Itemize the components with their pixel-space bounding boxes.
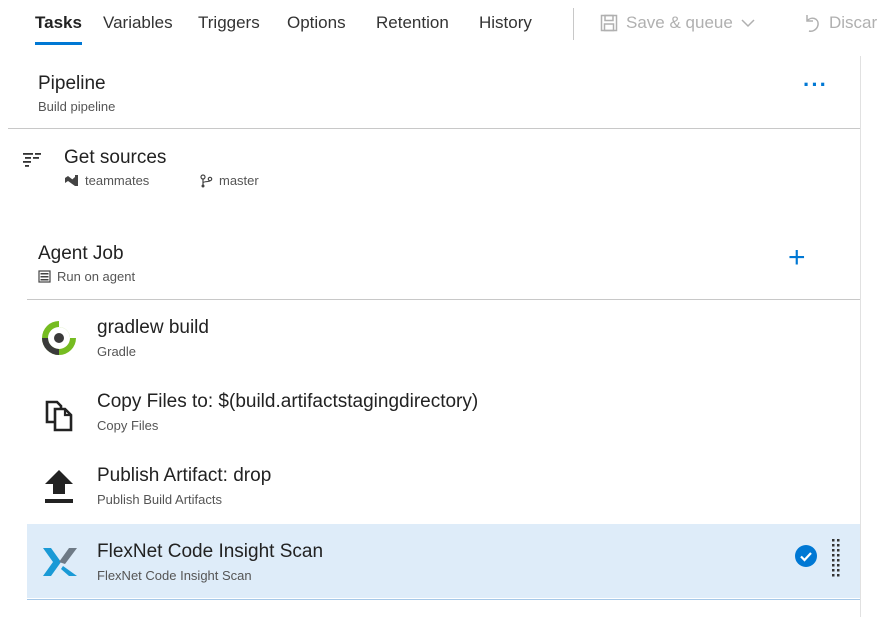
drag-handle-icon[interactable]: [831, 538, 841, 578]
task-item-flexnet-scan[interactable]: FlexNet Code Insight Scan FlexNet Code I…: [27, 524, 860, 598]
task-subtitle: FlexNet Code Insight Scan: [97, 568, 252, 583]
task-subtitle: Copy Files: [97, 418, 159, 433]
tab-history[interactable]: History: [479, 13, 532, 33]
task-item-gradle[interactable]: gradlew build Gradle: [27, 300, 860, 374]
tab-options[interactable]: Options: [287, 13, 346, 33]
discard-button[interactable]: Discar: [803, 13, 877, 33]
visual-studio-icon: [65, 175, 78, 186]
top-toolbar: Tasks Variables Triggers Options Retenti…: [0, 0, 886, 52]
pipeline-divider: [8, 128, 860, 129]
save-and-queue-button[interactable]: Save & queue: [600, 13, 755, 33]
save-and-queue-label: Save & queue: [626, 13, 733, 32]
toolbar-divider: [573, 8, 574, 40]
tab-tasks[interactable]: Tasks: [35, 13, 82, 45]
chevron-down-icon: [741, 19, 755, 28]
task-subtitle: Gradle: [97, 344, 137, 359]
publish-upload-icon: [45, 470, 73, 503]
more-options-button[interactable]: ···: [803, 74, 828, 96]
sources-list-icon: [23, 153, 41, 167]
undo-icon: [806, 15, 819, 32]
task-list-bottom-border: [27, 599, 860, 600]
task-item-publish-artifact[interactable]: Publish Artifact: drop Publish Build Art…: [27, 448, 860, 522]
discard-label: Discar: [829, 13, 878, 32]
repository-name: teammates: [85, 173, 150, 188]
task-subtitle: Publish Build Artifacts: [97, 492, 223, 507]
tab-retention[interactable]: Retention: [376, 13, 449, 33]
flexnet-icon: [43, 548, 77, 576]
task-title: Publish Artifact: drop: [97, 465, 272, 486]
tab-variables[interactable]: Variables: [103, 13, 173, 33]
task-title: Copy Files to: $(build.artifactstagingdi…: [97, 391, 479, 412]
branch-icon: [200, 173, 213, 187]
pipeline-title: Pipeline: [38, 73, 106, 94]
save-icon: [600, 14, 618, 32]
task-title: gradlew build: [97, 317, 209, 338]
server-icon: [38, 270, 51, 283]
agent-job-subtitle: Run on agent: [38, 269, 135, 284]
get-sources-title: Get sources: [64, 147, 167, 168]
add-task-button[interactable]: +: [788, 243, 806, 273]
copy-files-icon: [45, 400, 73, 432]
agent-job-title: Agent Job: [38, 243, 124, 264]
enabled-check-icon[interactable]: [795, 545, 817, 567]
tab-triggers[interactable]: Triggers: [198, 13, 260, 33]
pipeline-subtitle: Build pipeline: [38, 99, 116, 114]
task-item-copy-files[interactable]: Copy Files to: $(build.artifactstagingdi…: [27, 374, 860, 448]
gradle-icon: [42, 320, 77, 355]
panel-right-border: [860, 56, 861, 617]
task-title: FlexNet Code Insight Scan: [97, 541, 324, 562]
branch-name: master: [219, 173, 259, 188]
repository-info: teammates: [64, 173, 149, 188]
branch-info: master: [200, 173, 259, 188]
